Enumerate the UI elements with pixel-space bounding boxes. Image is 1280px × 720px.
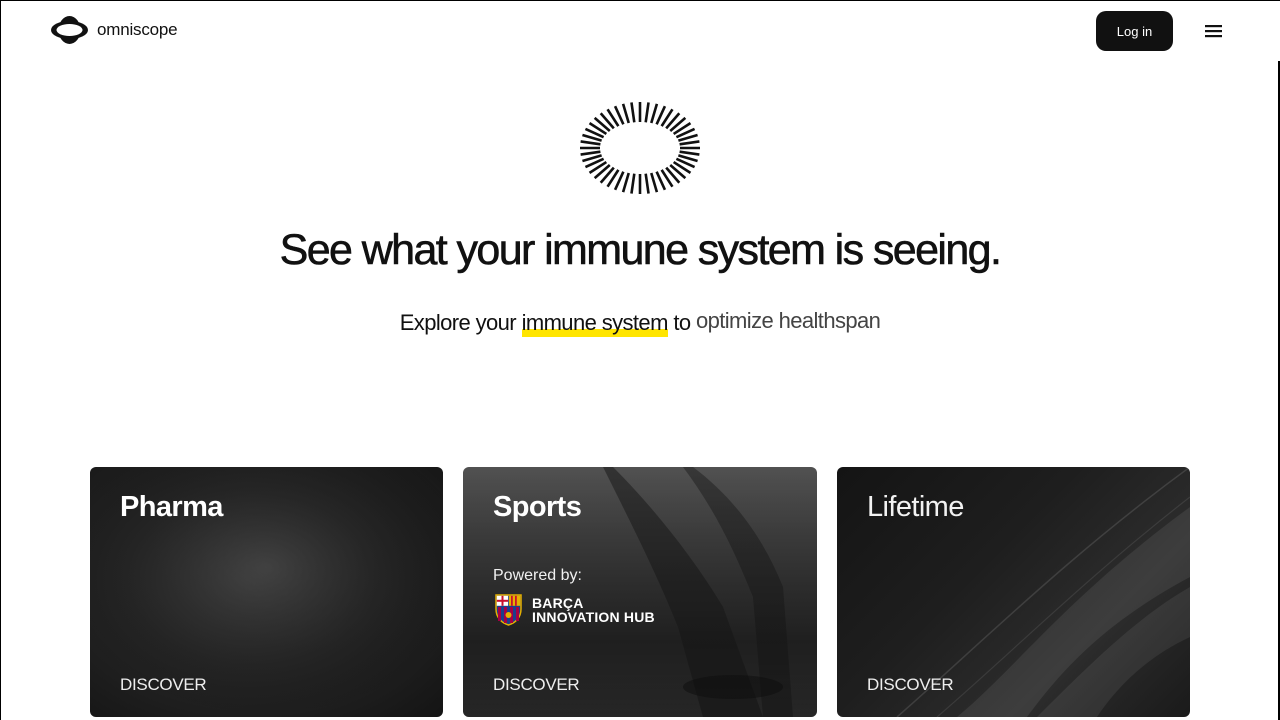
site-header: omniscope Log in [0, 0, 1280, 61]
partner-name-line1: BARÇA [532, 594, 584, 611]
omniscope-logo-icon [51, 16, 88, 44]
card-title: Lifetime [867, 491, 964, 523]
eye-logo-tick [630, 173, 636, 194]
brand-name: omniscope [97, 20, 178, 39]
eye-logo-tick [679, 140, 700, 146]
hero-subheadline: Explore your immune system to optimize h… [0, 308, 1280, 337]
sports-card[interactable]: Sports Powered by: BARÇA INNOVATION HUB … [463, 467, 817, 717]
brand-logo-link[interactable]: omniscope [50, 15, 178, 45]
eye-logo-tick [580, 150, 601, 156]
partner-logo: BARÇA INNOVATION HUB [493, 593, 655, 626]
pharma-discover-link[interactable]: DISCOVER [120, 675, 207, 695]
omniscope-eye-logo-icon [580, 102, 700, 194]
card-title: Pharma [120, 491, 223, 523]
eye-logo-tick [679, 150, 700, 156]
eye-logo-tick [630, 102, 636, 123]
sub-prefix: Explore your [399, 310, 517, 335]
pharma-card[interactable]: Pharma DISCOVER [90, 467, 443, 717]
fc-barcelona-crest-icon [495, 594, 522, 626]
sub-highlight: immune system [521, 310, 668, 337]
sub-to: to [673, 310, 691, 335]
sub-rotating-text: optimize healthspan [695, 308, 881, 333]
login-button[interactable]: Log in [1096, 11, 1173, 51]
eye-logo-tick [580, 140, 601, 146]
lifetime-discover-link[interactable]: DISCOVER [867, 675, 954, 695]
hero-headline: See what your immune system is seeing. [279, 226, 1002, 275]
partner-name-line2: INNOVATION HUB [532, 608, 655, 625]
hamburger-menu-icon [1204, 25, 1222, 38]
lifetime-card[interactable]: Lifetime DISCOVER [837, 467, 1190, 717]
sports-discover-link[interactable]: DISCOVER [493, 675, 580, 695]
eye-logo-tick [621, 172, 630, 193]
eye-logo-tick [650, 172, 659, 193]
menu-button[interactable] [1200, 18, 1226, 44]
partner-name: BARÇA INNOVATION HUB [532, 596, 655, 624]
card-title: Sports [493, 491, 582, 523]
hero-logo [578, 100, 702, 201]
eye-logo-tick [621, 103, 630, 124]
eye-logo-tick [650, 103, 659, 124]
eye-logo-tick [644, 173, 650, 194]
eye-logo-tick [644, 102, 650, 123]
powered-by-label: Powered by: [493, 567, 582, 584]
